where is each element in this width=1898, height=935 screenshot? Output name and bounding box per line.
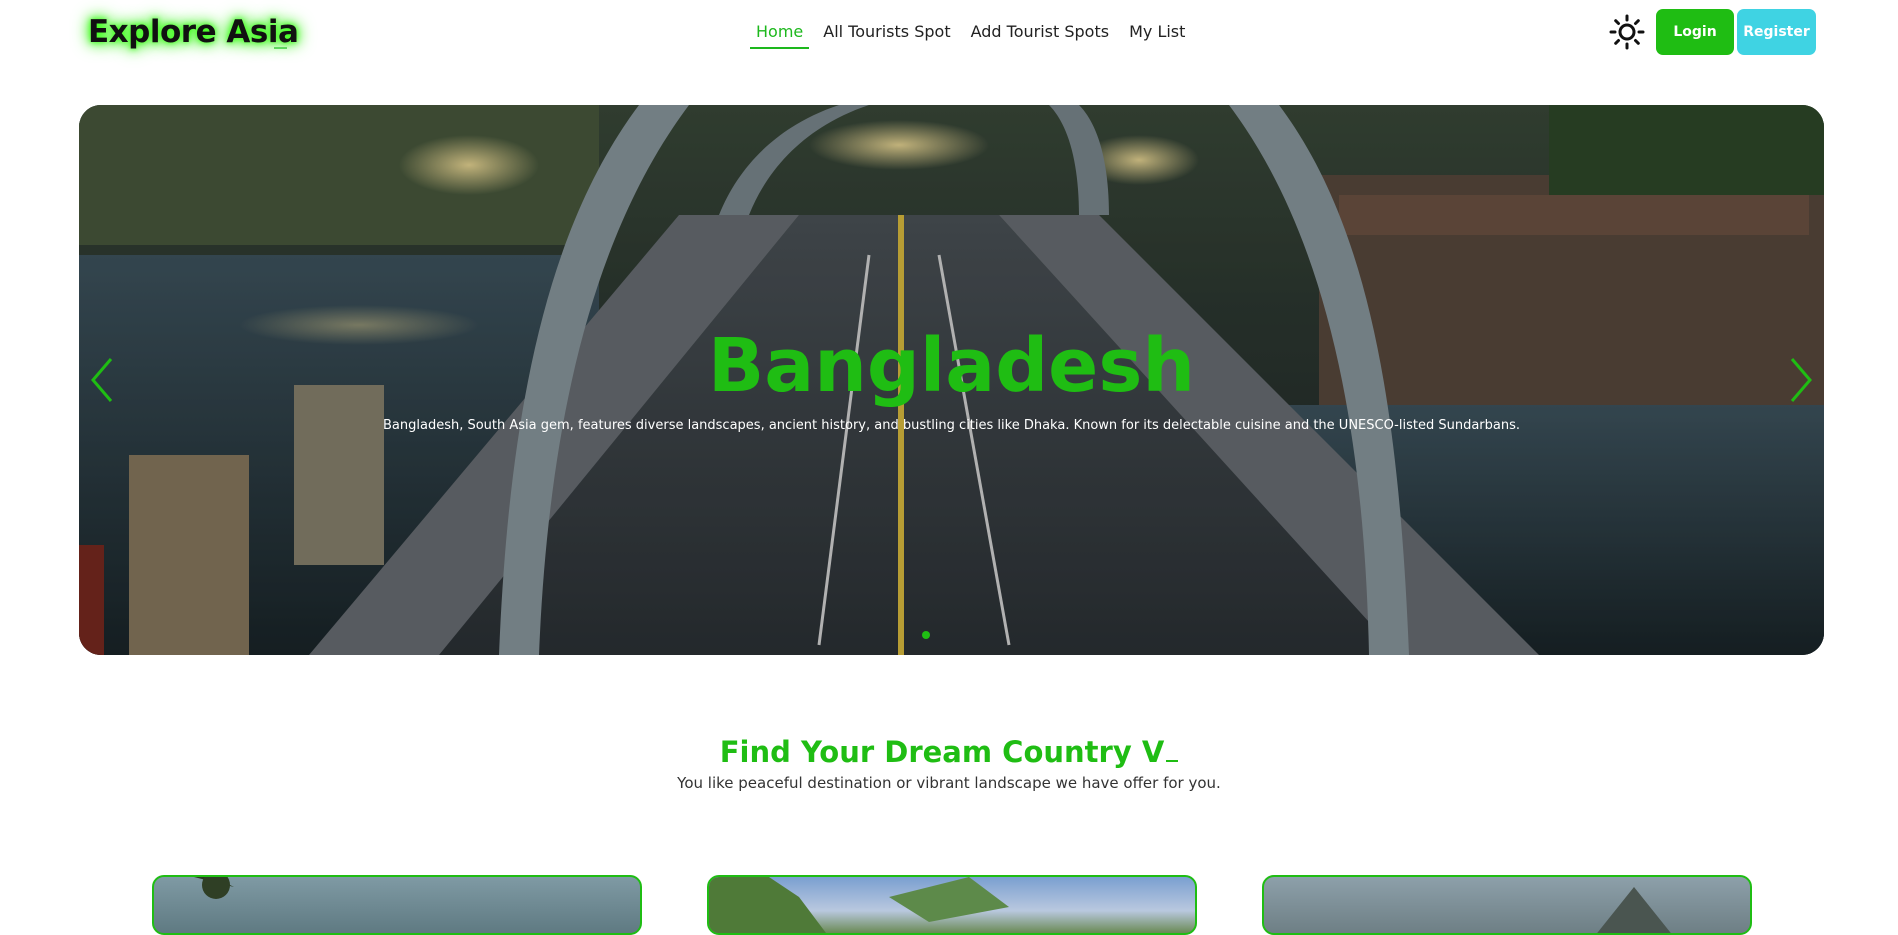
site-logo[interactable]: Explore Asia [88,14,299,50]
top-navbar: Explore Asia Home All Tourists Spot Add … [0,0,1898,66]
register-button[interactable]: Register [1737,9,1816,55]
hero-title: Bangladesh [707,323,1196,409]
slider-prev-button[interactable] [87,355,117,405]
country-card[interactable] [1262,875,1752,935]
nav-link-all-tourists-spot[interactable]: All Tourists Spot [817,20,956,49]
slider-next-button[interactable] [1786,355,1816,405]
card-image [1597,887,1671,933]
section-subtitle: You like peaceful destination or vibrant… [677,774,1221,792]
card-image [194,877,234,899]
chevron-right-icon [1790,358,1812,402]
nav-link-home[interactable]: Home [750,20,810,49]
nav-link-my-list[interactable]: My List [1123,20,1191,49]
nav-link-add-tourist-spots[interactable]: Add Tourist Spots [965,20,1115,49]
card-image [709,877,1009,933]
country-card[interactable] [152,875,642,935]
country-card[interactable] [707,875,1197,935]
section-title-text: Find Your Dream Country V [719,735,1165,769]
sun-icon [1609,14,1645,50]
typing-cursor [1166,760,1179,762]
chevron-left-icon [91,358,113,402]
login-button[interactable]: Login [1656,9,1734,55]
section-title: Find Your Dream Country V [0,735,1898,769]
slider-pagination-dot[interactable] [922,631,930,639]
main-nav: Home All Tourists Spot Add Tourist Spots… [750,20,1199,49]
theme-toggle-button[interactable] [1609,14,1645,50]
hero-slider: Bangladesh Bangladesh, South Asia gem, f… [79,105,1824,655]
hero-description: Bangladesh, South Asia gem, features div… [383,418,1520,433]
typing-cursor [274,47,287,49]
